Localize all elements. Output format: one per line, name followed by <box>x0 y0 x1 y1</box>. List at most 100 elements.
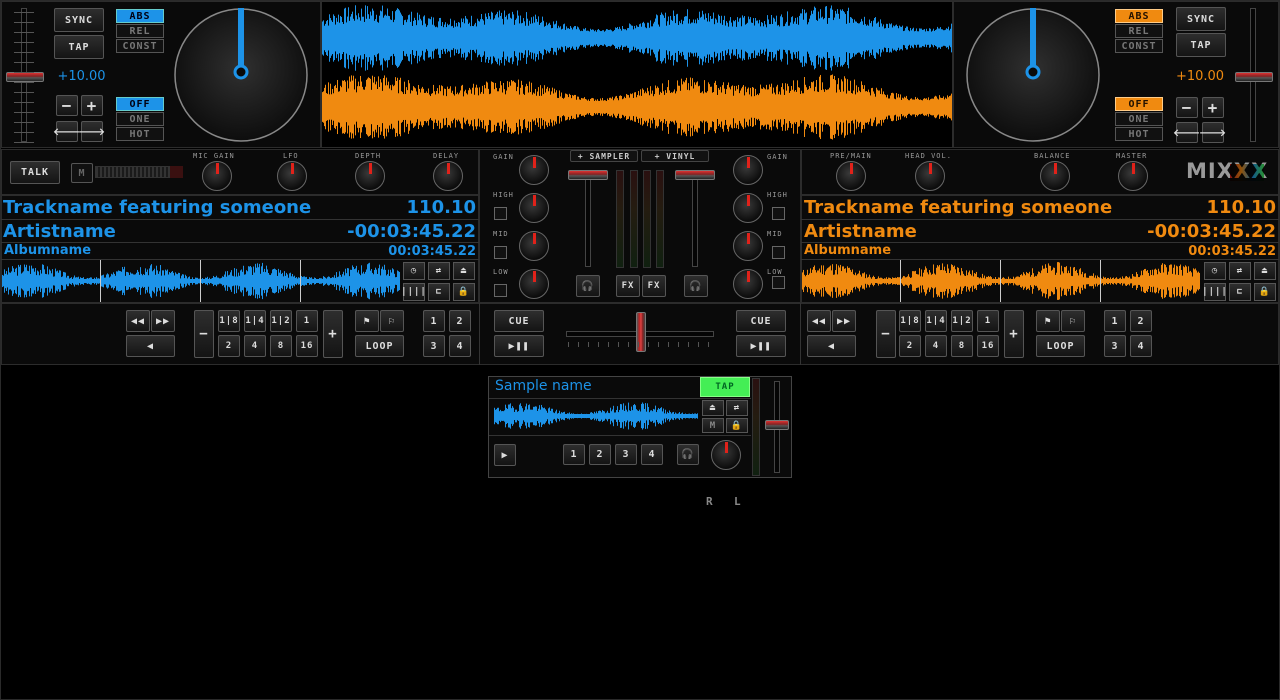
deck2-rate-abs[interactable]: ABS <box>1115 9 1163 23</box>
right-mid-knob[interactable] <box>733 231 763 261</box>
waveform-overview-panel[interactable] <box>321 1 953 148</box>
deck1-lock-button[interactable]: 🔒 <box>453 283 475 301</box>
deck2-pitch-fader[interactable] <box>1235 72 1273 82</box>
channel2-volume-track[interactable] <box>692 175 698 267</box>
left-high-kill-toggle[interactable] <box>494 207 507 220</box>
left-low-knob[interactable] <box>519 269 549 299</box>
sampler-hotcue-1[interactable]: 1 <box>563 444 585 465</box>
deck2-beatgrid-button[interactable]: |||| <box>1202 283 1227 301</box>
deck1-pitch-plus-button[interactable]: + <box>81 95 103 116</box>
mic-m-button[interactable]: M <box>71 163 93 183</box>
deck1-hotcue-4[interactable]: 4 <box>449 335 471 357</box>
sampler-toggle-button[interactable]: + SAMPLER <box>570 150 638 162</box>
sampler-hotcue-3[interactable]: 3 <box>615 444 637 465</box>
deck2-nudge-left-button[interactable]: 🡐 <box>1173 122 1200 143</box>
deck1-repeat-button[interactable]: ⇄ <box>428 262 450 280</box>
deck2-quantize-button[interactable]: ⊏ <box>1229 283 1251 301</box>
deck1-keylock-button[interactable]: ◷ <box>403 262 425 280</box>
sampler-waveform[interactable] <box>494 400 698 432</box>
deck1-fastforward-button[interactable]: ▶▶ <box>151 310 175 332</box>
talk-button[interactable]: TALK <box>10 161 60 184</box>
deck1-cue-off[interactable]: OFF <box>116 97 164 111</box>
deck2-cue-button[interactable]: CUE <box>736 310 786 332</box>
deck1-rate-rel[interactable]: REL <box>116 24 164 38</box>
deck1-loop-in-button[interactable]: ⚑ <box>355 310 379 332</box>
delay-knob[interactable] <box>433 161 463 191</box>
lfo-knob[interactable] <box>277 161 307 191</box>
left-mid-kill-toggle[interactable] <box>494 246 507 259</box>
right-gain-knob[interactable] <box>733 155 763 185</box>
deck2-eject-button[interactable]: ⏏ <box>1254 262 1276 280</box>
sampler-m-button[interactable]: M <box>702 418 724 433</box>
ch1-fx-button[interactable]: FX <box>616 275 640 297</box>
sampler-lock-button[interactable]: 🔒 <box>726 418 748 433</box>
deck1-loop-halve-button[interactable]: − <box>194 310 214 358</box>
deck1-rate-const[interactable]: CONST <box>116 39 164 53</box>
deck2-reverse-button[interactable]: ◀ <box>807 335 856 357</box>
deck1-time-remaining[interactable]: -00:03:45.22 <box>330 221 476 242</box>
deck2-beatloop-0-0[interactable]: 1|8 <box>899 310 921 332</box>
deck2-hotcue-4[interactable]: 4 <box>1130 335 1152 357</box>
deck1-eject-button[interactable]: ⏏ <box>453 262 475 280</box>
balance-knob[interactable] <box>1040 161 1070 191</box>
deck2-loop-in-button[interactable]: ⚑ <box>1036 310 1060 332</box>
deck1-play-button[interactable]: ▶❚❚ <box>494 335 544 357</box>
ch2-headphone-button[interactable]: 🎧 <box>684 275 708 297</box>
left-high-knob[interactable] <box>519 193 549 223</box>
channel1-volume-fader[interactable] <box>568 170 608 180</box>
mic-gain-knob[interactable] <box>202 161 232 191</box>
deck1-overview-wave[interactable] <box>322 5 952 71</box>
deck2-nudge-right-button[interactable]: 🡒 <box>1199 122 1226 143</box>
deck2-spinny[interactable] <box>962 4 1104 146</box>
deck1-cue-one[interactable]: ONE <box>116 112 164 126</box>
deck1-pitch-minus-button[interactable]: − <box>56 95 78 116</box>
deck1-cue-hot[interactable]: HOT <box>116 127 164 141</box>
deck1-loop-double-button[interactable]: + <box>323 310 343 358</box>
left-mid-knob[interactable] <box>519 231 549 261</box>
deck2-overview-wave[interactable] <box>322 74 952 140</box>
deck1-loop-button[interactable]: LOOP <box>355 335 404 357</box>
pre-main-knob[interactable] <box>836 161 866 191</box>
deck2-loop-out-button[interactable]: ⚐ <box>1061 310 1085 332</box>
deck2-play-button[interactable]: ▶❚❚ <box>736 335 786 357</box>
deck1-hotcue-3[interactable]: 3 <box>423 335 445 357</box>
right-mid-kill-toggle[interactable] <box>772 246 785 259</box>
deck2-cue-off[interactable]: OFF <box>1115 97 1163 111</box>
deck1-reverse-button[interactable]: ◀ <box>126 335 175 357</box>
deck1-loop-out-button[interactable]: ⚐ <box>380 310 404 332</box>
deck2-keylock-button[interactable]: ◷ <box>1204 262 1226 280</box>
deck1-hotcue-2[interactable]: 2 <box>449 310 471 332</box>
deck1-beatloop-1-1[interactable]: 4 <box>244 335 266 357</box>
deck2-sync-button[interactable]: SYNC <box>1176 7 1226 31</box>
right-low-knob[interactable] <box>733 269 763 299</box>
deck1-beatloop-1-2[interactable]: 8 <box>270 335 292 357</box>
deck1-beatgrid-button[interactable]: |||| <box>401 283 426 301</box>
ch2-fx-button[interactable]: FX <box>642 275 666 297</box>
deck1-hotcue-1[interactable]: 1 <box>423 310 445 332</box>
deck2-loop-halve-button[interactable]: − <box>876 310 896 358</box>
vinyl-toggle-button[interactable]: + VINYL <box>641 150 709 162</box>
sampler-repeat-button[interactable]: ⇄ <box>726 400 748 416</box>
deck1-sync-button[interactable]: SYNC <box>54 8 104 32</box>
left-gain-knob[interactable] <box>519 155 549 185</box>
right-low-kill-toggle[interactable] <box>772 276 785 289</box>
deck1-beatloop-0-3[interactable]: 1 <box>296 310 318 332</box>
deck2-beatloop-1-0[interactable]: 2 <box>899 335 921 357</box>
head-vol-knob[interactable] <box>915 161 945 191</box>
deck2-beatloop-0-3[interactable]: 1 <box>977 310 999 332</box>
deck1-rate-abs[interactable]: ABS <box>116 9 164 23</box>
sampler-hotcue-2[interactable]: 2 <box>589 444 611 465</box>
deck2-repeat-button[interactable]: ⇄ <box>1229 262 1251 280</box>
deck1-rewind-button[interactable]: ◀◀ <box>126 310 150 332</box>
sampler-volume-fader[interactable] <box>765 420 789 430</box>
deck2-loop-button[interactable]: LOOP <box>1036 335 1085 357</box>
deck2-pitch-minus-button[interactable]: − <box>1176 97 1198 118</box>
deck1-beatloop-0-1[interactable]: 1|4 <box>244 310 266 332</box>
deck1-beatloop-1-3[interactable]: 16 <box>296 335 318 357</box>
deck2-hotcue-2[interactable]: 2 <box>1130 310 1152 332</box>
deck1-nudge-right-button[interactable]: 🡒 <box>78 121 105 142</box>
deck1-beatloop-1-0[interactable]: 2 <box>218 335 240 357</box>
deck1-quantize-button[interactable]: ⊏ <box>428 283 450 301</box>
deck2-beatloop-0-2[interactable]: 1|2 <box>951 310 973 332</box>
right-high-kill-toggle[interactable] <box>772 207 785 220</box>
